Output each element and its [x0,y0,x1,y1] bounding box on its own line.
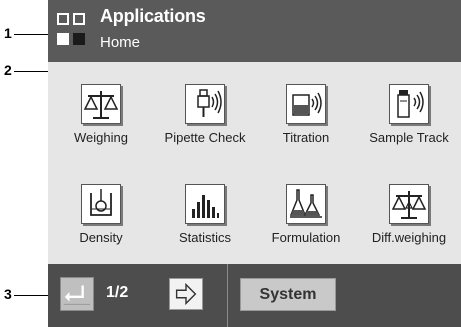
pipette-icon [185,84,225,124]
app-label: Titration [282,130,330,145]
app-pipette-check[interactable]: Pipette Check [155,62,255,162]
app-sample-track[interactable]: Sample Track [359,62,459,162]
page-title: Applications [100,6,206,26]
sample-vial-icon [389,84,429,124]
window-squares-icon [57,13,93,53]
app-statistics[interactable]: Statistics [155,162,255,262]
app-formulation[interactable]: Formulation [256,162,356,262]
formulation-flasks-icon [286,184,326,224]
device-screen: Applications Home Weighing Pipette Check… [48,0,461,327]
back-button[interactable] [60,277,94,311]
next-page-button[interactable] [169,278,203,310]
titration-beaker-icon [286,84,326,124]
app-density[interactable]: Density [51,162,151,262]
app-weighing[interactable]: Weighing [51,62,151,162]
title-bar: Applications Home [48,0,461,62]
return-arrow-icon [63,285,91,305]
app-label: Formulation [271,230,341,245]
app-titration[interactable]: Titration [256,62,356,162]
application-grid: Weighing Pipette Check Titration Sample … [48,62,461,264]
divider [227,264,228,327]
right-arrow-icon [175,282,197,306]
statistics-bars-icon [185,184,225,224]
app-label: Density [79,230,123,245]
app-label: Weighing [74,130,128,145]
bottom-bar: 1/2 System [48,264,461,327]
app-diff-weighing[interactable]: Diff.weighing [359,162,459,262]
diff-balance-icon [389,184,429,224]
app-label: Sample Track [369,130,449,145]
callout-1: 1 [4,25,12,41]
callout-3: 3 [4,286,12,302]
callout-2: 2 [4,62,12,78]
app-label: Pipette Check [164,130,246,145]
density-beaker-icon [81,184,121,224]
app-label: Diff.weighing [371,230,447,245]
page-indicator: 1/2 [106,284,129,301]
balance-icon [81,84,121,124]
system-button[interactable]: System [240,278,336,311]
breadcrumb: Home [100,34,141,51]
app-label: Statistics [178,230,231,245]
